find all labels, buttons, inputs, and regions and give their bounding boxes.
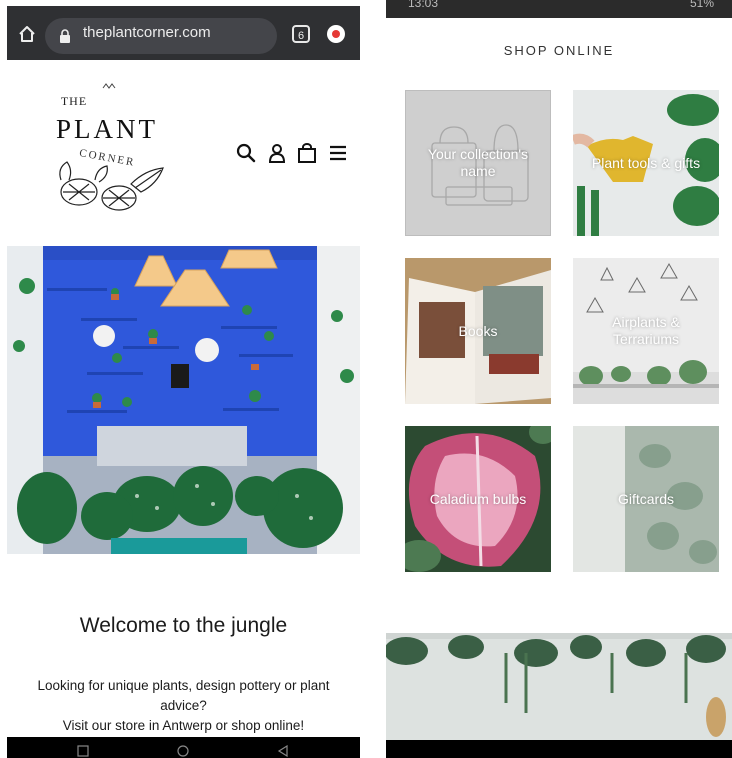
collection-tile-label: Giftcards — [617, 490, 674, 507]
back-icon[interactable] — [277, 745, 289, 757]
hero-image — [7, 246, 360, 554]
system-nav-bar — [386, 740, 732, 758]
welcome-heading: Welcome to the jungle — [79, 614, 288, 637]
logo-text-the: THE — [60, 94, 88, 108]
collection-tile[interactable]: Books — [405, 258, 551, 404]
tabs-icon[interactable]: 6 — [292, 25, 310, 43]
browser-toolbar: theplantcorner.com 6 — [7, 6, 360, 60]
intro-text: Looking for unique plants, design potter… — [27, 676, 340, 736]
collection-tile-label: Your collection's name — [427, 146, 529, 179]
status-battery: 51% — [689, 0, 714, 10]
url-text[interactable]: theplantcorner.com — [83, 24, 211, 41]
intro-line-1: Looking for unique plants, design potter… — [37, 678, 330, 713]
collection-tile[interactable]: Airplants & Terrariums — [573, 258, 719, 404]
collection-tile[interactable]: Caladium bulbs — [405, 426, 551, 572]
home-nav-icon[interactable] — [177, 745, 189, 757]
collection-tile[interactable]: Giftcards — [573, 426, 719, 572]
collection-tile[interactable]: Plant tools & gifts — [573, 90, 719, 236]
home-icon[interactable] — [17, 24, 37, 44]
collection-tile-label: Books — [458, 322, 498, 339]
update-icon[interactable] — [327, 25, 345, 43]
lock-icon — [60, 29, 70, 43]
collection-tile-label: Caladium bulbs — [429, 490, 527, 507]
account-icon[interactable] — [267, 143, 287, 163]
recents-icon[interactable] — [77, 745, 89, 757]
intro-line-2: Visit our store in Antwerp or shop onlin… — [62, 718, 305, 733]
collection-tile-label: Airplants & Terrariums — [612, 314, 680, 347]
left-phone-screen: theplantcorner.com 6 THE PLANT CORNER We… — [7, 0, 360, 758]
status-bar: 13:03 51% — [386, 0, 732, 18]
collection-tile[interactable]: Your collection's name — [405, 90, 551, 236]
cart-icon[interactable] — [297, 143, 317, 163]
right-phone-screen: 13:03 51% SHOP ONLINE Your collection's … — [386, 0, 732, 758]
search-icon[interactable] — [236, 143, 256, 163]
menu-icon[interactable] — [328, 143, 348, 163]
shop-online-heading: SHOP ONLINE — [503, 43, 615, 58]
logo-text-plant: PLANT — [56, 114, 158, 144]
store-banner-image — [386, 633, 732, 741]
collection-tile-label: Plant tools & gifts — [591, 154, 701, 171]
status-time: 13:03 — [408, 0, 439, 10]
